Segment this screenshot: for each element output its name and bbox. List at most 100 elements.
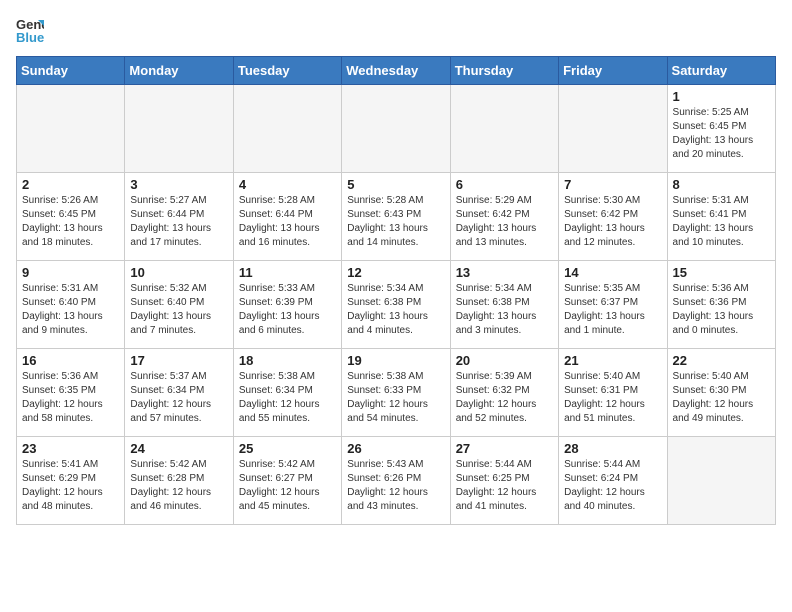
calendar-cell — [17, 85, 125, 173]
day-number: 23 — [22, 441, 119, 456]
day-info: Sunrise: 5:37 AM Sunset: 6:34 PM Dayligh… — [130, 370, 227, 426]
day-number: 22 — [673, 353, 770, 368]
day-number: 2 — [22, 177, 119, 192]
calendar-cell: 22 Sunrise: 5:40 AM Sunset: 6:30 PM Dayli… — [667, 349, 775, 437]
day-info: Sunrise: 5:27 AM Sunset: 6:44 PM Dayligh… — [130, 194, 227, 250]
day-number: 17 — [130, 353, 227, 368]
day-number: 28 — [564, 441, 661, 456]
day-number: 4 — [239, 177, 336, 192]
day-info: Sunrise: 5:40 AM Sunset: 6:30 PM Dayligh… — [673, 370, 770, 426]
calendar-cell: 5 Sunrise: 5:28 AM Sunset: 6:43 PM Daylig… — [342, 173, 450, 261]
calendar-cell: 2 Sunrise: 5:26 AM Sunset: 6:45 PM Daylig… — [17, 173, 125, 261]
calendar-cell: 10Sunrise: 5:32 AM Sunset: 6:40 PM Dayli… — [125, 261, 233, 349]
day-number: 16 — [22, 353, 119, 368]
day-info: Sunrise: 5:44 AM Sunset: 6:24 PM Dayligh… — [564, 458, 661, 514]
day-info: Sunrise: 5:33 AM Sunset: 6:39 PM Dayligh… — [239, 282, 336, 338]
calendar-cell: 7 Sunrise: 5:30 AM Sunset: 6:42 PM Daylig… — [559, 173, 667, 261]
day-number: 27 — [456, 441, 553, 456]
calendar-cell: 20 Sunrise: 5:39 AM Sunset: 6:32 PM Dayli… — [450, 349, 558, 437]
calendar-cell: 28 Sunrise: 5:44 AM Sunset: 6:24 PM Dayli… — [559, 437, 667, 525]
calendar-cell: 8 Sunrise: 5:31 AM Sunset: 6:41 PM Daylig… — [667, 173, 775, 261]
header: General Blue — [16, 16, 776, 44]
day-info: Sunrise: 5:28 AM Sunset: 6:43 PM Dayligh… — [347, 194, 444, 250]
day-number: 11 — [239, 265, 336, 280]
calendar-cell — [233, 85, 341, 173]
day-info: Sunrise: 5:36 AM Sunset: 6:35 PM Dayligh… — [22, 370, 119, 426]
calendar-cell: 3 Sunrise: 5:27 AM Sunset: 6:44 PM Daylig… — [125, 173, 233, 261]
day-info: Sunrise: 5:42 AM Sunset: 6:28 PM Dayligh… — [130, 458, 227, 514]
logo-icon: General Blue — [16, 16, 44, 44]
calendar-cell: 16 Sunrise: 5:36 AM Sunset: 6:35 PM Dayli… — [17, 349, 125, 437]
calendar-cell: 6 Sunrise: 5:29 AM Sunset: 6:42 PM Daylig… — [450, 173, 558, 261]
calendar-cell: 19Sunrise: 5:38 AM Sunset: 6:33 PM Dayli… — [342, 349, 450, 437]
day-info: Sunrise: 5:44 AM Sunset: 6:25 PM Dayligh… — [456, 458, 553, 514]
day-info: Sunrise: 5:35 AM Sunset: 6:37 PM Dayligh… — [564, 282, 661, 338]
calendar-cell — [559, 85, 667, 173]
day-info: Sunrise: 5:25 AM Sunset: 6:45 PM Dayligh… — [673, 106, 770, 162]
day-number: 12 — [347, 265, 444, 280]
day-info: Sunrise: 5:42 AM Sunset: 6:27 PM Dayligh… — [239, 458, 336, 514]
calendar-cell — [125, 85, 233, 173]
day-info: Sunrise: 5:38 AM Sunset: 6:33 PM Dayligh… — [347, 370, 444, 426]
calendar-cell: 17 Sunrise: 5:37 AM Sunset: 6:34 PM Dayli… — [125, 349, 233, 437]
week-row-3: 9 Sunrise: 5:31 AM Sunset: 6:40 PM Daylig… — [17, 261, 776, 349]
day-number: 7 — [564, 177, 661, 192]
week-row-2: 2 Sunrise: 5:26 AM Sunset: 6:45 PM Daylig… — [17, 173, 776, 261]
day-number: 15 — [673, 265, 770, 280]
day-info: Sunrise: 5:39 AM Sunset: 6:32 PM Dayligh… — [456, 370, 553, 426]
calendar-header-monday: Monday — [125, 57, 233, 85]
calendar-cell: 13 Sunrise: 5:34 AM Sunset: 6:38 PM Dayli… — [450, 261, 558, 349]
calendar-cell — [667, 437, 775, 525]
calendar-cell: 18 Sunrise: 5:38 AM Sunset: 6:34 PM Dayli… — [233, 349, 341, 437]
day-number: 1 — [673, 89, 770, 104]
day-number: 20 — [456, 353, 553, 368]
calendar-cell: 24 Sunrise: 5:42 AM Sunset: 6:28 PM Dayli… — [125, 437, 233, 525]
day-info: Sunrise: 5:40 AM Sunset: 6:31 PM Dayligh… — [564, 370, 661, 426]
day-number: 25 — [239, 441, 336, 456]
calendar-cell: 9 Sunrise: 5:31 AM Sunset: 6:40 PM Daylig… — [17, 261, 125, 349]
day-info: Sunrise: 5:30 AM Sunset: 6:42 PM Dayligh… — [564, 194, 661, 250]
calendar-cell: 1 Sunrise: 5:25 AM Sunset: 6:45 PM Daylig… — [667, 85, 775, 173]
day-number: 5 — [347, 177, 444, 192]
calendar-cell: 15 Sunrise: 5:36 AM Sunset: 6:36 PM Dayli… — [667, 261, 775, 349]
calendar-header-friday: Friday — [559, 57, 667, 85]
calendar-header-tuesday: Tuesday — [233, 57, 341, 85]
week-row-4: 16 Sunrise: 5:36 AM Sunset: 6:35 PM Dayli… — [17, 349, 776, 437]
day-info: Sunrise: 5:29 AM Sunset: 6:42 PM Dayligh… — [456, 194, 553, 250]
week-row-5: 23 Sunrise: 5:41 AM Sunset: 6:29 PM Dayli… — [17, 437, 776, 525]
day-number: 8 — [673, 177, 770, 192]
day-number: 9 — [22, 265, 119, 280]
day-info: Sunrise: 5:34 AM Sunset: 6:38 PM Dayligh… — [347, 282, 444, 338]
svg-text:Blue: Blue — [16, 30, 44, 44]
day-number: 18 — [239, 353, 336, 368]
day-info: Sunrise: 5:26 AM Sunset: 6:45 PM Dayligh… — [22, 194, 119, 250]
logo: General Blue — [16, 16, 48, 44]
day-info: Sunrise: 5:34 AM Sunset: 6:38 PM Dayligh… — [456, 282, 553, 338]
day-info: Sunrise: 5:43 AM Sunset: 6:26 PM Dayligh… — [347, 458, 444, 514]
calendar-cell: 25 Sunrise: 5:42 AM Sunset: 6:27 PM Dayli… — [233, 437, 341, 525]
day-number: 3 — [130, 177, 227, 192]
week-row-1: 1 Sunrise: 5:25 AM Sunset: 6:45 PM Daylig… — [17, 85, 776, 173]
day-number: 10 — [130, 265, 227, 280]
day-info: Sunrise: 5:41 AM Sunset: 6:29 PM Dayligh… — [22, 458, 119, 514]
calendar-cell: 21 Sunrise: 5:40 AM Sunset: 6:31 PM Dayli… — [559, 349, 667, 437]
calendar-cell: 23 Sunrise: 5:41 AM Sunset: 6:29 PM Dayli… — [17, 437, 125, 525]
day-number: 6 — [456, 177, 553, 192]
calendar-header-saturday: Saturday — [667, 57, 775, 85]
day-info: Sunrise: 5:31 AM Sunset: 6:40 PM Dayligh… — [22, 282, 119, 338]
calendar-header-sunday: Sunday — [17, 57, 125, 85]
day-info: Sunrise: 5:36 AM Sunset: 6:36 PM Dayligh… — [673, 282, 770, 338]
day-number: 13 — [456, 265, 553, 280]
calendar-cell: 14Sunrise: 5:35 AM Sunset: 6:37 PM Dayli… — [559, 261, 667, 349]
day-info: Sunrise: 5:28 AM Sunset: 6:44 PM Dayligh… — [239, 194, 336, 250]
day-info: Sunrise: 5:38 AM Sunset: 6:34 PM Dayligh… — [239, 370, 336, 426]
calendar-cell: 12 Sunrise: 5:34 AM Sunset: 6:38 PM Dayli… — [342, 261, 450, 349]
calendar-cell — [342, 85, 450, 173]
calendar-cell: 4 Sunrise: 5:28 AM Sunset: 6:44 PM Daylig… — [233, 173, 341, 261]
day-number: 26 — [347, 441, 444, 456]
calendar-cell: 11 Sunrise: 5:33 AM Sunset: 6:39 PM Dayli… — [233, 261, 341, 349]
day-info: Sunrise: 5:31 AM Sunset: 6:41 PM Dayligh… — [673, 194, 770, 250]
day-number: 21 — [564, 353, 661, 368]
calendar-header-wednesday: Wednesday — [342, 57, 450, 85]
day-number: 24 — [130, 441, 227, 456]
